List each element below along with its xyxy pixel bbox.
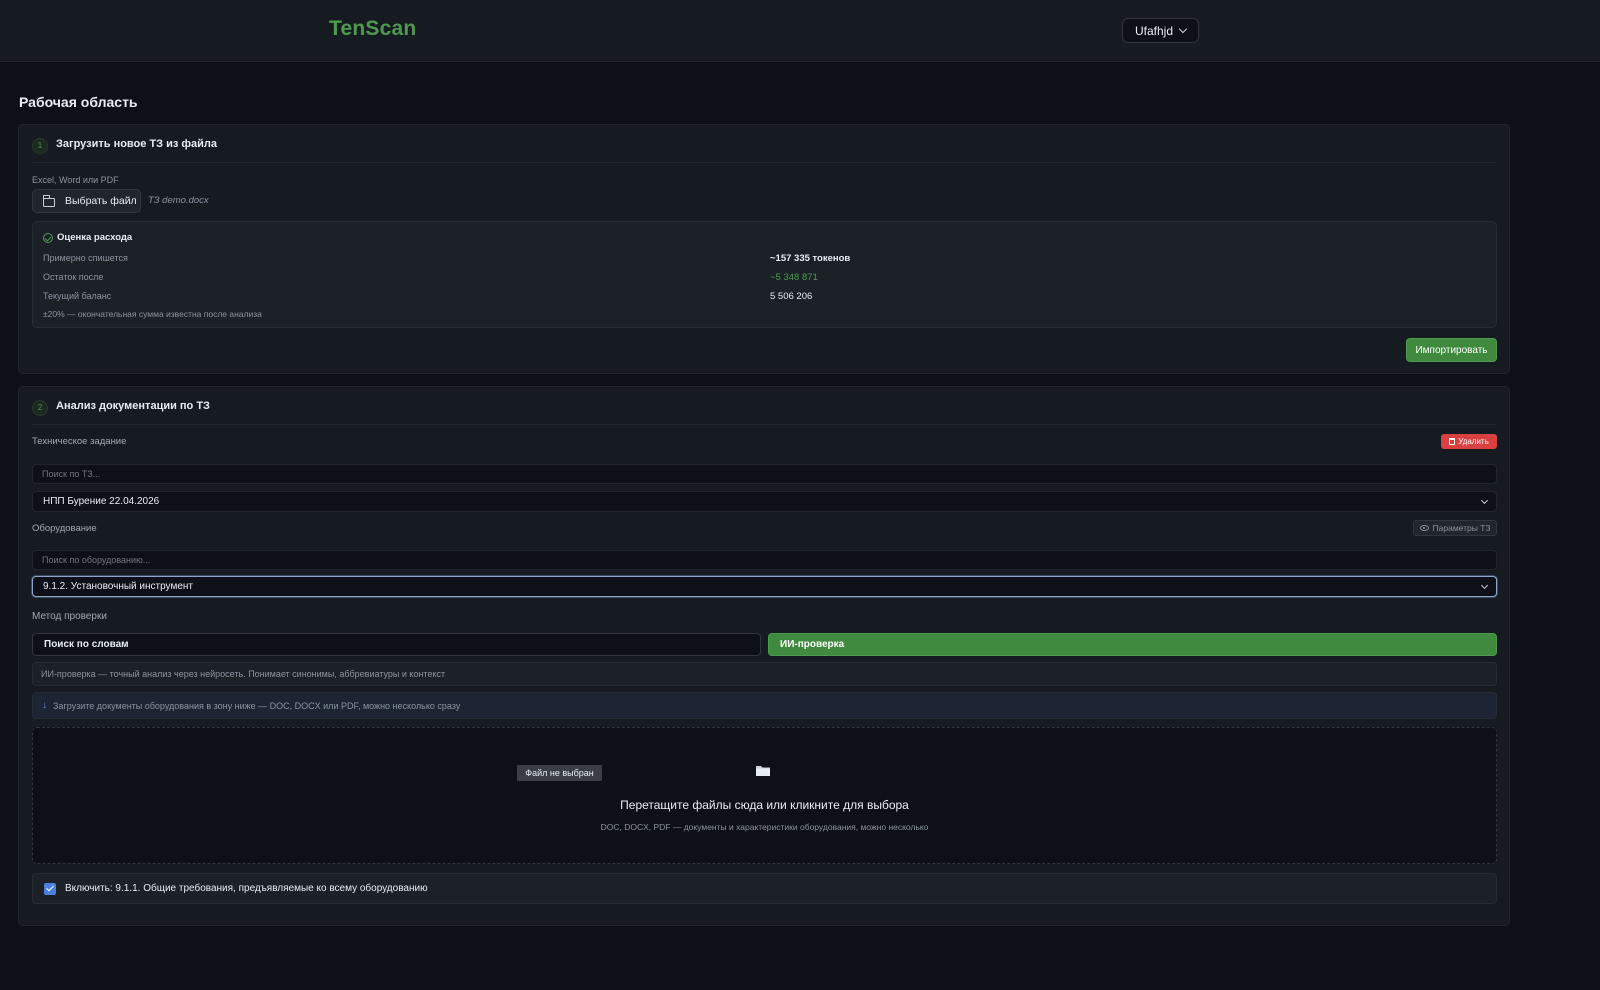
method-label: Метод проверки [32,611,107,622]
eye-icon [1419,525,1429,531]
selected-file-name: ТЗ demo.docx [148,195,209,206]
include-general-requirements: Включить: 9.1.1. Общие требования, предъ… [32,873,1497,904]
estimate-label-balance: Текущий баланс [43,291,112,301]
step-badge: 2 [32,399,48,416]
equipment-selected-value: 9.1.2. Установочный инструмент [43,581,193,592]
method-keyword-search-button[interactable]: Поиск по словам [32,633,761,656]
equipment-label: Оборудование [32,523,97,534]
include-checkbox[interactable] [44,882,56,895]
estimate-value-deduct: ~157 335 токенов [770,253,851,264]
import-card-title: Загрузить новое ТЗ из файла [56,137,218,150]
dropzone-subtitle: DOC, DOCX, PDF — документы и характерист… [600,822,929,832]
estimate-title-text: Оценка расхода [57,232,133,243]
include-label: Включить: 9.1.1. Общие требования, предъ… [65,883,428,894]
tz-label: Техническое задание [32,436,127,447]
estimate-value-balance: 5 506 206 [770,291,813,302]
equipment-search-input[interactable] [32,550,1497,570]
user-menu-button[interactable]: Ufafhjd [1122,18,1199,43]
estimate-note: ±20% — окончательная сумма известна посл… [43,309,262,319]
user-name: Ufafhjd [1134,23,1174,38]
chevron-down-icon [1480,496,1489,505]
analysis-card: 2 Анализ документации по ТЗ Техническое … [18,386,1510,926]
step-badge: 1 [32,137,48,154]
choose-file-label: Выбрать файл [65,195,137,207]
analysis-card-header: 2 Анализ документации по ТЗ [32,387,1496,425]
file-dropzone[interactable]: Файл не выбран Перетащите файлы сюда или… [32,727,1497,864]
dropzone-title: Перетащите файлы сюда или кликните для в… [620,798,909,812]
folder-icon [42,194,55,207]
formats-hint: Excel, Word или PDF [32,175,119,185]
import-card: 1 Загрузить новое ТЗ из файла Excel, Wor… [18,124,1510,374]
estimate-label-deduct: Примерно спишется [43,253,128,263]
no-file-chosen-label[interactable]: Файл не выбран [517,765,602,781]
top-bar: TenScan Ufafhjd [0,0,1600,62]
delete-tz-button[interactable]: Удалить [1441,434,1497,449]
chevron-down-icon [1480,581,1489,590]
page-title: Рабочая область [19,94,138,110]
import-button[interactable]: Импортировать [1406,338,1497,362]
tz-selected-value: НПП Бурение 22.04.2026 [43,496,160,507]
analysis-card-title: Анализ документации по ТЗ [56,399,210,412]
tz-params-button[interactable]: Параметры ТЗ [1413,520,1497,536]
import-card-header: 1 Загрузить новое ТЗ из файла [32,125,1496,163]
estimate-label-remaining: Остаток после [43,272,104,282]
method-ai-check-button[interactable]: ИИ-проверка [768,633,1497,656]
tz-select[interactable]: НПП Бурение 22.04.2026 [32,491,1497,512]
cost-estimate-panel: Оценка расхода Примерно спишется ~157 33… [32,221,1497,328]
arrow-down-icon: ↓ [42,700,47,711]
folder-icon [756,766,770,776]
choose-file-button[interactable]: Выбрать файл [32,189,141,213]
chevron-down-icon [1178,24,1188,34]
delete-label: Удалить [1458,437,1489,446]
method-description: ИИ-проверка — точный анализ через нейрос… [32,662,1497,686]
equipment-select[interactable]: 9.1.2. Установочный инструмент [32,576,1497,597]
upload-hint: ↓ Загрузите документы оборудования в зон… [32,692,1497,719]
tz-search-input[interactable] [32,464,1497,484]
upload-hint-text: Загрузите документы оборудования в зону … [53,700,461,711]
estimate-title: Оценка расхода [43,232,132,243]
check-circle-icon [43,232,53,243]
app-logo[interactable]: TenScan [329,17,416,41]
trash-icon [1449,438,1456,445]
estimate-value-remaining: ~5 348 871 [770,272,818,283]
tz-params-label: Параметры ТЗ [1432,523,1491,533]
